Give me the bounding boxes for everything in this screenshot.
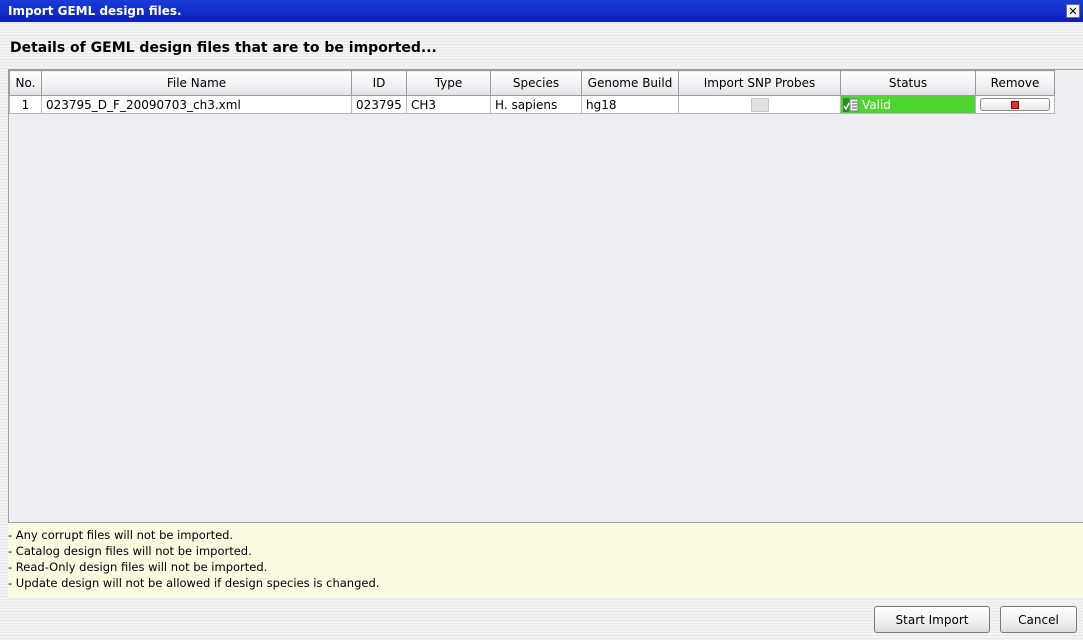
close-icon: ✕ (1068, 5, 1078, 18)
column-header-status[interactable]: Status (840, 70, 976, 96)
column-header-remove[interactable]: Remove (975, 70, 1055, 96)
genome-build-cell: hg18 (581, 95, 679, 114)
dialog-heading: Details of GEML design files that are to… (10, 40, 437, 56)
note-line: - Catalog design files will not be impor… (8, 544, 252, 558)
type-cell: CH3 (406, 95, 491, 114)
remove-button[interactable] (980, 98, 1050, 111)
status-cell: Valid (840, 95, 976, 114)
import-snp-probes-checkbox[interactable] (750, 97, 769, 112)
note-line: - Read-Only design files will not be imp… (8, 560, 268, 574)
remove-icon (1011, 100, 1019, 109)
file-name-cell: 023795_D_F_20090703_ch3.xml (41, 95, 352, 114)
note-line: - Any corrupt files will not be imported… (8, 528, 234, 542)
column-header-import-snp-probes[interactable]: Import SNP Probes (678, 70, 841, 96)
status-label: Valid (862, 97, 891, 112)
close-button[interactable]: ✕ (1066, 4, 1080, 18)
import-geml-dialog: Import GEML design files. ✕ Details of G… (0, 0, 1083, 640)
column-header-species[interactable]: Species (490, 70, 582, 96)
row-number: 1 (9, 95, 42, 114)
column-header-id[interactable]: ID (351, 70, 407, 96)
id-cell: 023795 (351, 95, 407, 114)
title-bar: Import GEML design files. ✕ (0, 0, 1083, 22)
cancel-button[interactable]: Cancel (1000, 606, 1077, 633)
window-title: Import GEML design files. (8, 4, 182, 18)
design-files-table-panel: No. File Name ID Type Species Genome Bui… (8, 69, 1083, 523)
species-cell: H. sapiens (490, 95, 582, 114)
import-notes: - Any corrupt files will not be imported… (8, 523, 1083, 597)
note-line: - Update design will not be allowed if d… (8, 576, 380, 590)
valid-check-icon (843, 97, 859, 112)
column-header-file-name[interactable]: File Name (41, 70, 352, 96)
table-row[interactable]: 1 023795_D_F_20090703_ch3.xml 023795 CH3… (9, 95, 1055, 114)
design-files-table: No. File Name ID Type Species Genome Bui… (9, 70, 1055, 114)
remove-cell (975, 95, 1055, 114)
table-header-row: No. File Name ID Type Species Genome Bui… (9, 70, 1055, 96)
column-header-genome-build[interactable]: Genome Build (581, 70, 679, 96)
column-header-no[interactable]: No. (9, 70, 42, 96)
start-import-button[interactable]: Start Import (874, 606, 990, 633)
column-header-type[interactable]: Type (406, 70, 491, 96)
import-snp-probes-cell (678, 95, 841, 114)
